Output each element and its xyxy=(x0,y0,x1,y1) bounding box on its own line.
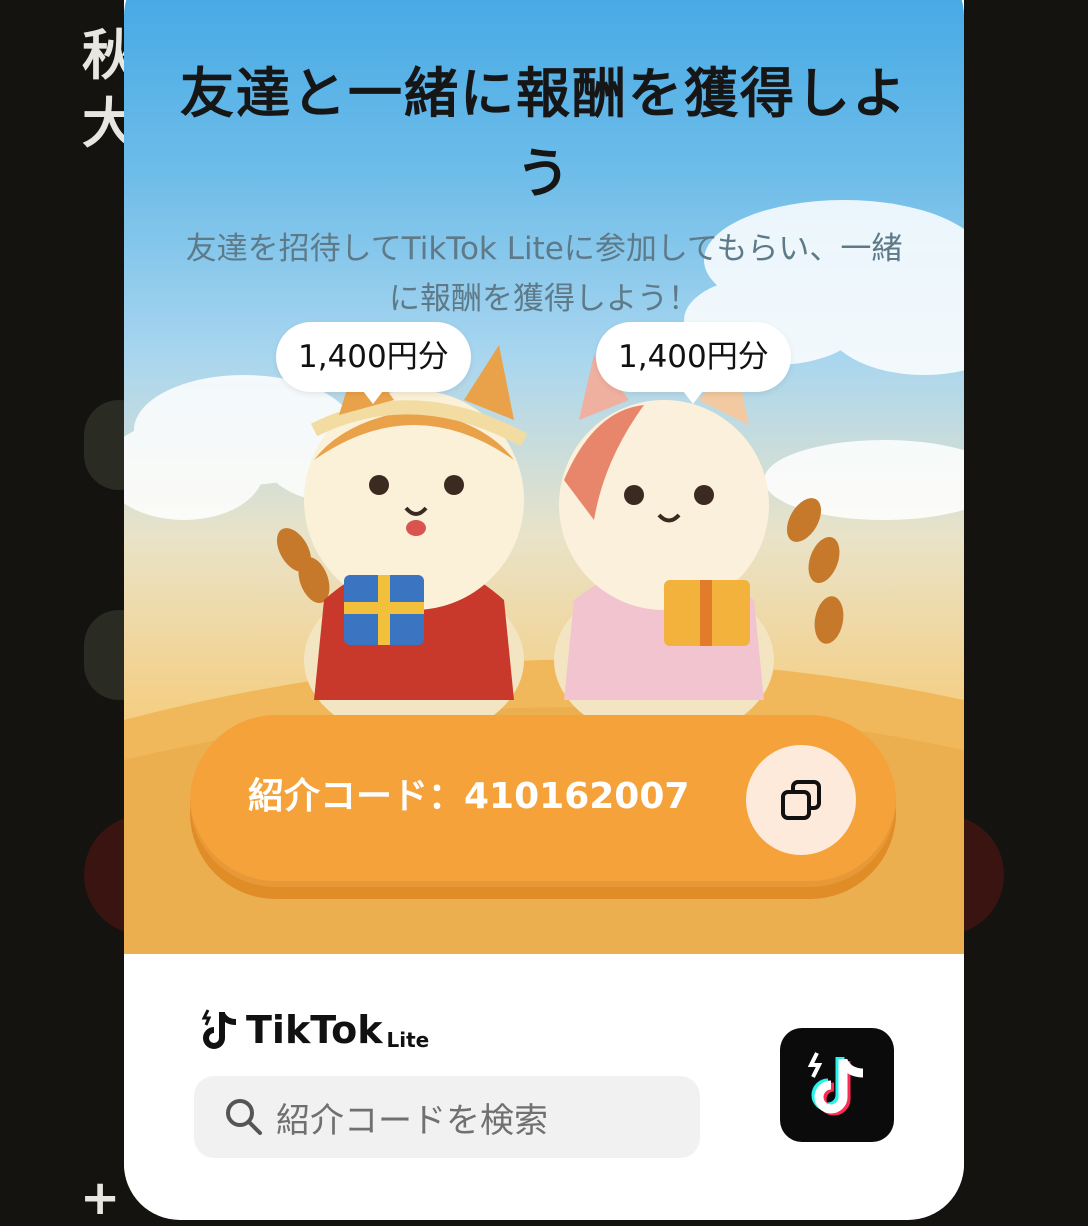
modal-footer: TikTok Lite 紹介コードを検索 xyxy=(124,954,964,1214)
copy-icon xyxy=(781,780,821,820)
modal-subtitle: 友達を招待してTikTok Liteに参加してもらい、一緒に報酬を獲得しよう！ xyxy=(185,231,903,317)
referral-search-box[interactable]: 紹介コードを検索 xyxy=(194,1076,700,1158)
tiktok-note-icon xyxy=(201,1009,237,1049)
modal-headline: 友達と一緒に報酬を獲得しよう xyxy=(180,62,908,205)
tiktok-lite-logo: TikTok Lite xyxy=(200,1008,429,1052)
brand-name: TikTok xyxy=(246,1008,383,1052)
referral-code-pill: 紹介コード：410162007 xyxy=(190,715,896,887)
reward-bubble-left: 1,400円分 xyxy=(276,322,471,404)
search-placeholder: 紹介コードを検索 xyxy=(276,1100,548,1141)
search-icon xyxy=(226,1099,262,1135)
copy-code-button[interactable] xyxy=(746,745,856,855)
referral-hero: 友達と一緒に報酬を獲得しよう 友達を招待してTikTok Liteに参加してもら… xyxy=(124,0,964,954)
background-bottom-text: + xyxy=(80,1170,121,1226)
referral-code-label: 紹介コード：410162007 xyxy=(248,776,690,817)
tiktok-lite-app-icon[interactable] xyxy=(780,1028,894,1142)
referral-modal: 友達と一緒に報酬を獲得しよう 友達を招待してTikTok Liteに参加してもら… xyxy=(124,0,964,1220)
tiktok-lite-app-glyph xyxy=(807,1052,864,1116)
brand-suffix: Lite xyxy=(386,1028,430,1052)
reward-bubble-right: 1,400円分 xyxy=(596,322,791,404)
